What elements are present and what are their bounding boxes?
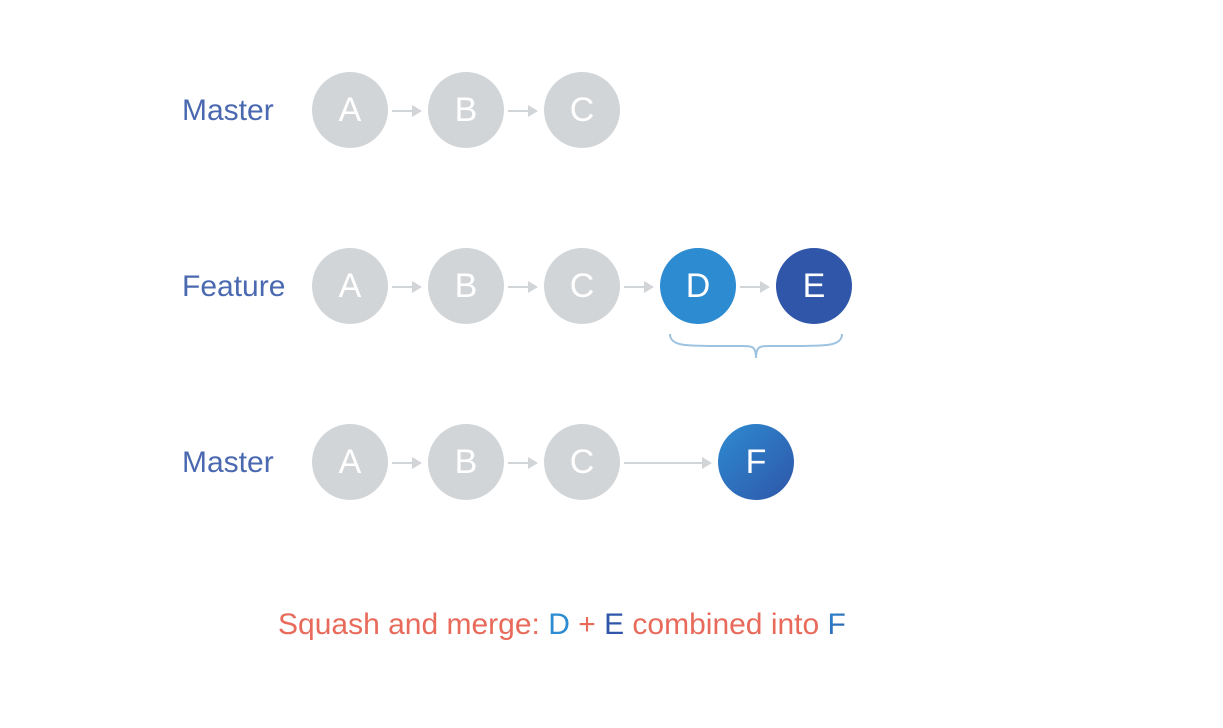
commit-c-feature: C bbox=[544, 248, 620, 324]
arrow-icon bbox=[624, 462, 710, 464]
caption-mid: combined into bbox=[624, 608, 827, 641]
commit-label: C bbox=[570, 91, 595, 130]
commit-label: D bbox=[686, 267, 711, 306]
caption-d: D bbox=[548, 608, 570, 641]
caption-f: F bbox=[828, 608, 846, 641]
arrow-icon bbox=[508, 286, 536, 288]
commit-label: C bbox=[570, 443, 595, 482]
arrow-icon bbox=[508, 462, 536, 464]
commit-label: A bbox=[339, 267, 362, 306]
commit-a-master2: A bbox=[312, 424, 388, 500]
diagram-canvas: Master A B C Feature A B C D E Master A … bbox=[0, 0, 1223, 728]
commit-b-master1: B bbox=[428, 72, 504, 148]
branch-label-master-2: Master bbox=[182, 446, 274, 480]
commit-label: A bbox=[339, 443, 362, 482]
commit-c-master1: C bbox=[544, 72, 620, 148]
arrow-icon bbox=[508, 110, 536, 112]
caption: Squash and merge: D + E combined into F bbox=[278, 608, 846, 642]
commit-d-feature: D bbox=[660, 248, 736, 324]
arrow-icon bbox=[392, 462, 420, 464]
arrow-icon bbox=[392, 286, 420, 288]
commit-label: E bbox=[803, 267, 826, 306]
commit-label: B bbox=[455, 91, 478, 130]
commit-b-master2: B bbox=[428, 424, 504, 500]
branch-label-master-1: Master bbox=[182, 94, 274, 128]
commit-b-feature: B bbox=[428, 248, 504, 324]
commit-label: B bbox=[455, 443, 478, 482]
commit-a-feature: A bbox=[312, 248, 388, 324]
commit-label: C bbox=[570, 267, 595, 306]
caption-plus: + bbox=[570, 608, 604, 641]
commit-e-feature: E bbox=[776, 248, 852, 324]
commit-label: A bbox=[339, 91, 362, 130]
brace-icon bbox=[666, 332, 846, 364]
arrow-icon bbox=[624, 286, 652, 288]
arrow-icon bbox=[740, 286, 768, 288]
caption-prefix: Squash and merge: bbox=[278, 608, 548, 641]
branch-label-feature: Feature bbox=[182, 270, 285, 304]
commit-label: B bbox=[455, 267, 478, 306]
commit-label: F bbox=[746, 443, 767, 482]
commit-a-master1: A bbox=[312, 72, 388, 148]
caption-e: E bbox=[604, 608, 624, 641]
commit-c-master2: C bbox=[544, 424, 620, 500]
commit-f-master2: F bbox=[718, 424, 794, 500]
arrow-icon bbox=[392, 110, 420, 112]
